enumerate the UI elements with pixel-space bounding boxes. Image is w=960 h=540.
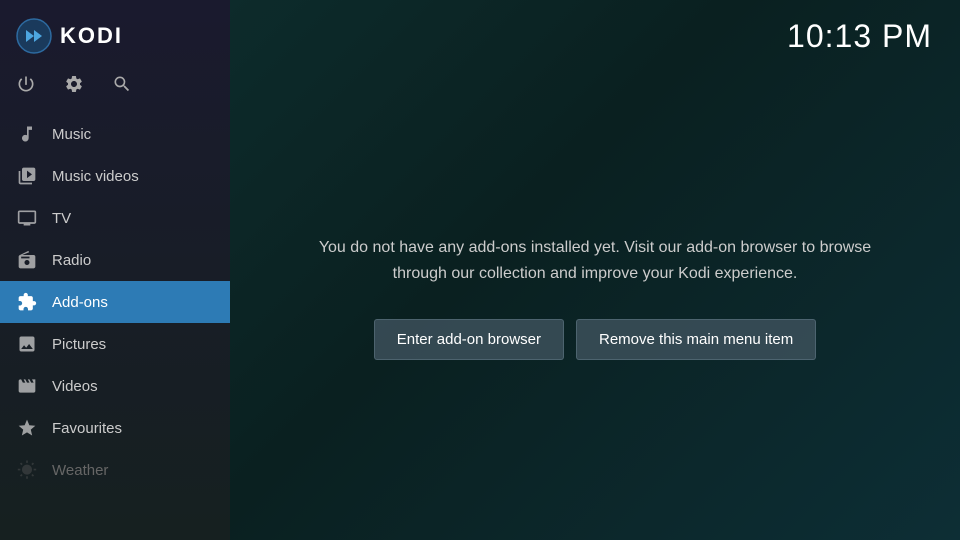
sidebar-action-bar — [0, 68, 230, 113]
kodi-logo-icon — [16, 18, 52, 54]
pictures-icon — [16, 333, 38, 355]
remove-menu-item-button[interactable]: Remove this main menu item — [576, 319, 816, 360]
sidebar-header: KODI — [0, 0, 230, 68]
videos-icon — [16, 375, 38, 397]
main-content: 10:13 PM You do not have any add-ons ins… — [230, 0, 960, 540]
app-title: KODI — [60, 23, 123, 49]
tv-icon — [16, 207, 38, 229]
radio-icon — [16, 249, 38, 271]
music-videos-icon — [16, 165, 38, 187]
info-message: You do not have any add-ons installed ye… — [290, 235, 900, 286]
add-ons-icon — [16, 291, 38, 313]
sidebar-item-favourites[interactable]: Favourites — [0, 407, 230, 449]
music-icon — [16, 123, 38, 145]
sidebar-item-music-videos[interactable]: Music videos — [0, 155, 230, 197]
action-buttons: Enter add-on browser Remove this main me… — [374, 319, 817, 360]
sidebar-item-music[interactable]: Music — [0, 113, 230, 155]
sidebar-item-weather[interactable]: Weather — [0, 449, 230, 491]
sidebar-item-videos[interactable]: Videos — [0, 365, 230, 407]
settings-icon[interactable] — [64, 74, 84, 99]
sidebar-item-tv[interactable]: TV — [0, 197, 230, 239]
search-icon[interactable] — [112, 74, 132, 99]
sidebar-item-radio[interactable]: Radio — [0, 239, 230, 281]
clock: 10:13 PM — [787, 18, 932, 55]
sidebar: KODI Music Music videos — [0, 0, 230, 540]
weather-icon — [16, 459, 38, 481]
sidebar-item-add-ons[interactable]: Add-ons — [0, 281, 230, 323]
sidebar-item-pictures[interactable]: Pictures — [0, 323, 230, 365]
enter-addon-browser-button[interactable]: Enter add-on browser — [374, 319, 564, 360]
content-area: You do not have any add-ons installed ye… — [230, 55, 960, 540]
topbar: 10:13 PM — [230, 0, 960, 55]
sidebar-nav: Music Music videos TV Radio — [0, 113, 230, 540]
favourites-icon — [16, 417, 38, 439]
power-icon[interactable] — [16, 74, 36, 99]
